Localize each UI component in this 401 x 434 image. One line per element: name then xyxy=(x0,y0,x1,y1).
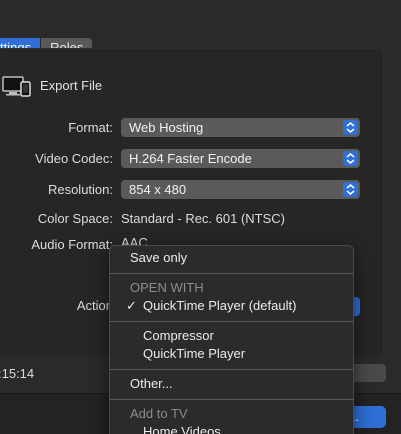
menu-item-other[interactable]: Other... xyxy=(130,376,173,391)
video-codec-value: H.264 Faster Encode xyxy=(129,151,252,166)
audio-format-label: Audio Format: xyxy=(31,237,113,252)
action-dropdown-menu: Save only OPEN WITH ✓ QuickTime Player (… xyxy=(109,245,354,434)
menu-separator xyxy=(110,399,353,400)
menu-header-add-to-tv: Add to TV xyxy=(130,406,188,421)
color-space-value: Standard - Rec. 601 (NTSC) xyxy=(121,211,286,226)
resolution-popup[interactable]: 854 x 480 xyxy=(121,180,360,199)
menu-header-open-with: OPEN WITH xyxy=(130,280,204,295)
duration-readout: :15:14 xyxy=(0,366,35,381)
format-popup[interactable]: Web Hosting xyxy=(121,118,360,137)
action-label: Action xyxy=(76,298,113,313)
resolution-value: 854 x 480 xyxy=(129,182,187,197)
menu-item-save-only[interactable]: Save only xyxy=(130,250,187,265)
menu-item-quicktime-default[interactable]: QuickTime Player (default) xyxy=(143,298,296,313)
destination-label: Export File xyxy=(40,78,103,93)
video-codec-label: Video Codec: xyxy=(35,151,113,166)
format-value: Web Hosting xyxy=(129,120,204,135)
resolution-label: Resolution: xyxy=(47,182,113,197)
menu-item-quicktime-player[interactable]: QuickTime Player xyxy=(143,346,245,361)
chevron-updown-icon xyxy=(343,120,358,135)
video-codec-popup[interactable]: H.264 Faster Encode xyxy=(121,149,360,168)
chevron-updown-icon xyxy=(343,182,358,197)
menu-item-home-videos[interactable]: Home Videos xyxy=(143,424,221,434)
menu-separator xyxy=(110,321,353,322)
format-label: Format: xyxy=(68,120,113,135)
menu-item-compressor[interactable]: Compressor xyxy=(143,328,214,343)
export-file-window: xport File ttings Roles Export File Form… xyxy=(0,0,401,434)
color-space-label: Color Space: xyxy=(37,211,113,226)
menu-separator xyxy=(110,369,353,370)
device-icon xyxy=(2,76,32,98)
menu-separator xyxy=(110,273,353,274)
checkmark-icon: ✓ xyxy=(126,298,137,313)
chevron-updown-icon xyxy=(343,151,358,166)
